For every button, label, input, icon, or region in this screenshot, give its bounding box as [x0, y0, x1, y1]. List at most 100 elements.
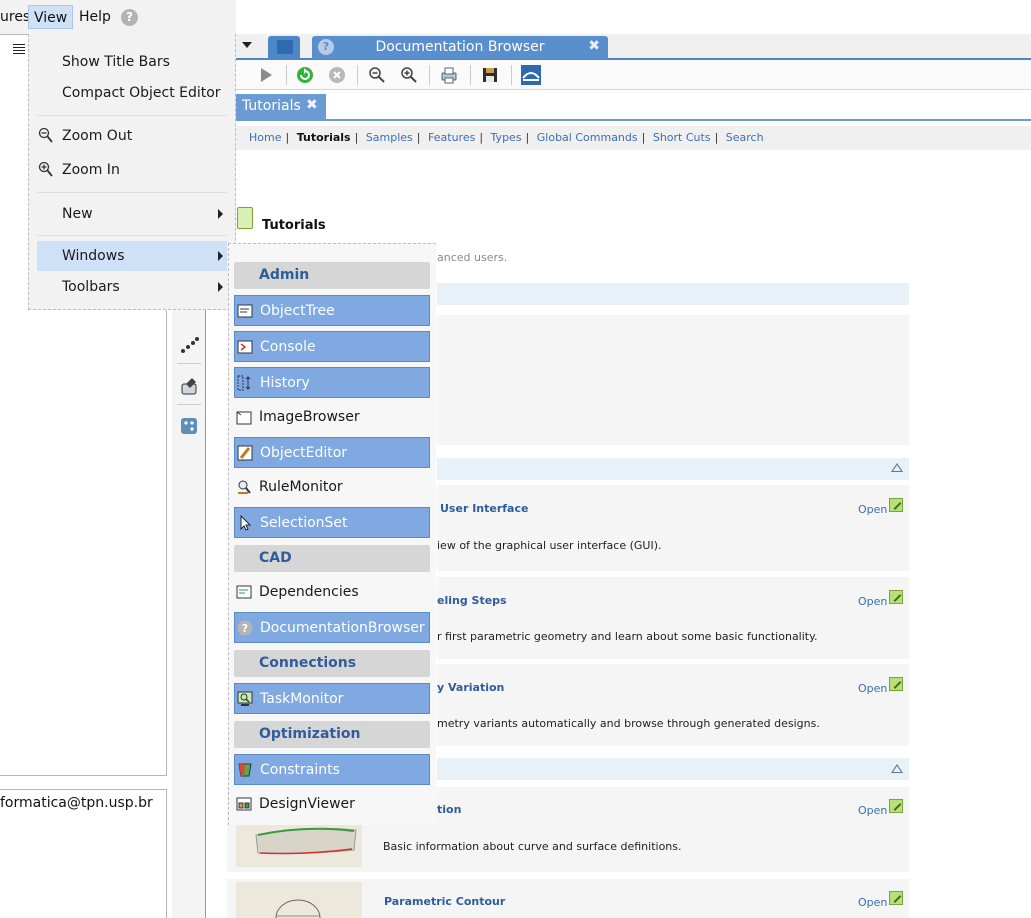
- tutorial-card: y Variation metry variants automatically…: [437, 664, 909, 746]
- edit-icon[interactable]: [889, 590, 903, 604]
- zoom-out-icon[interactable]: [368, 66, 386, 84]
- edit-icon[interactable]: [889, 677, 903, 691]
- card-desc: Basic information about curve and surfac…: [383, 840, 682, 853]
- menu-item-zoom-out[interactable]: Zoom Out: [29, 121, 235, 151]
- bridge-icon[interactable]: [521, 65, 541, 85]
- breadcrumb-search[interactable]: Search: [726, 131, 764, 144]
- menu-item-rule-monitor[interactable]: RuleMonitor: [234, 472, 430, 503]
- save-icon[interactable]: [481, 66, 499, 84]
- menu-item-new[interactable]: New: [29, 199, 235, 229]
- menu-item-compact-object-editor[interactable]: Compact Object Editor: [29, 78, 235, 108]
- intro-card: [437, 315, 909, 445]
- rule-monitor-icon: [238, 480, 251, 494]
- breadcrumb-features[interactable]: Features: [428, 131, 475, 144]
- tab-tutorials[interactable]: Tutorials ✖: [236, 94, 326, 119]
- chevron-right-icon: [218, 209, 223, 219]
- section-header: [437, 283, 909, 305]
- open-link[interactable]: Open: [858, 503, 887, 516]
- view-menu: Show Title Bars Compact Object Editor Zo…: [28, 34, 236, 310]
- menu-item-documentation-browser[interactable]: ? DocumentationBrowser: [234, 612, 430, 643]
- menu-item-label: ObjectEditor: [260, 445, 348, 461]
- menu-item-object-editor[interactable]: ObjectEditor: [234, 437, 430, 468]
- section-header: [437, 458, 909, 480]
- object-tree-icon: [237, 304, 253, 318]
- breadcrumb-types[interactable]: Types: [491, 131, 522, 144]
- breadcrumb-global-commands[interactable]: Global Commands: [537, 131, 638, 144]
- breadcrumb-separator: |: [641, 131, 646, 144]
- menu-item-design-viewer[interactable]: DesignViewer: [234, 789, 430, 820]
- play-icon[interactable]: [257, 66, 275, 84]
- tutorial-card: User Interface iew of the graphical user…: [437, 485, 909, 571]
- console-icon: [237, 340, 253, 354]
- folder-icon: [277, 40, 293, 54]
- breadcrumb-home[interactable]: Home: [249, 131, 281, 144]
- menu-item-label: Zoom Out: [62, 128, 133, 144]
- collapse-icon[interactable]: [891, 463, 903, 472]
- chevron-down-icon[interactable]: [242, 42, 252, 48]
- help-icon: ?: [237, 620, 253, 636]
- page-subtitle: anced users.: [437, 251, 508, 264]
- breadcrumb-separator: |: [479, 131, 484, 144]
- menu-item-selection-set[interactable]: SelectionSet: [234, 507, 430, 538]
- open-link[interactable]: Open: [858, 595, 887, 608]
- tutorial-card: Parametric Contour Open: [227, 879, 909, 918]
- menu-item-history[interactable]: History: [234, 367, 430, 398]
- breadcrumb-short-cuts[interactable]: Short Cuts: [653, 131, 711, 144]
- browser-toolbar: [236, 60, 1031, 90]
- card-title[interactable]: y Variation: [437, 681, 504, 694]
- card-title[interactable]: tion: [437, 803, 461, 816]
- menu-item-show-title-bars[interactable]: Show Title Bars: [29, 47, 235, 77]
- chevron-right-icon: [218, 282, 223, 292]
- menu-item-toolbars[interactable]: Toolbars: [29, 272, 235, 302]
- menu-item-object-tree[interactable]: ObjectTree: [234, 295, 430, 326]
- open-link[interactable]: Open: [858, 804, 887, 817]
- eraser-icon[interactable]: [179, 376, 199, 396]
- menu-item-windows[interactable]: Windows: [37, 241, 227, 271]
- card-desc: metry variants automatically and browse …: [437, 717, 820, 730]
- menu-item-label: New: [62, 206, 93, 222]
- menu-item-constraints[interactable]: Constraints: [234, 754, 430, 785]
- tab-documentation-browser[interactable]: ? Documentation Browser ✖: [312, 36, 608, 59]
- menu-item-task-monitor[interactable]: TaskMonitor: [234, 683, 430, 714]
- menu-help[interactable]: Help: [74, 5, 116, 29]
- tree-list-icon[interactable]: [13, 44, 25, 55]
- zoom-in-icon: [38, 161, 53, 177]
- design-viewer-icon: [236, 797, 252, 811]
- open-link[interactable]: Open: [858, 896, 887, 909]
- object-editor-icon: [237, 445, 253, 461]
- menu-item-image-browser[interactable]: ImageBrowser: [234, 402, 430, 433]
- close-icon[interactable]: ✖: [306, 97, 318, 113]
- collapse-icon[interactable]: [891, 764, 903, 773]
- menu-item-label: Console: [260, 339, 316, 355]
- breadcrumb-separator: |: [354, 131, 359, 144]
- points-icon[interactable]: [179, 335, 199, 355]
- image-browser-icon: [236, 411, 252, 425]
- menu-item-dependencies[interactable]: Dependencies: [234, 577, 430, 608]
- zoom-in-icon[interactable]: [400, 66, 418, 84]
- group-optimization: Optimization: [234, 721, 430, 748]
- dice-icon[interactable]: [179, 416, 199, 436]
- chevron-right-icon: [218, 251, 223, 261]
- help-icon[interactable]: ?: [121, 9, 138, 26]
- card-title[interactable]: User Interface: [440, 502, 528, 515]
- menu-view[interactable]: View: [28, 5, 74, 29]
- breadcrumb-samples[interactable]: Samples: [366, 131, 413, 144]
- edit-icon[interactable]: [889, 799, 903, 813]
- menu-item-label: TaskMonitor: [260, 691, 344, 707]
- history-icon: [237, 375, 251, 391]
- menu-item-zoom-in[interactable]: Zoom In: [29, 155, 235, 185]
- edit-icon[interactable]: [889, 498, 903, 512]
- card-title[interactable]: eling Steps: [437, 594, 507, 607]
- close-icon[interactable]: ✖: [588, 38, 600, 54]
- edit-icon[interactable]: [889, 891, 903, 905]
- breadcrumb-separator: |: [525, 131, 530, 144]
- cursor-icon: [240, 515, 252, 531]
- dependencies-icon: [236, 585, 252, 599]
- open-link[interactable]: Open: [858, 682, 887, 695]
- refresh-icon[interactable]: [296, 66, 314, 84]
- card-title[interactable]: Parametric Contour: [384, 895, 505, 908]
- menu-item-console[interactable]: Console: [234, 331, 430, 362]
- breadcrumb-separator: |: [416, 131, 421, 144]
- print-icon[interactable]: [440, 66, 458, 84]
- stop-icon[interactable]: [328, 66, 346, 84]
